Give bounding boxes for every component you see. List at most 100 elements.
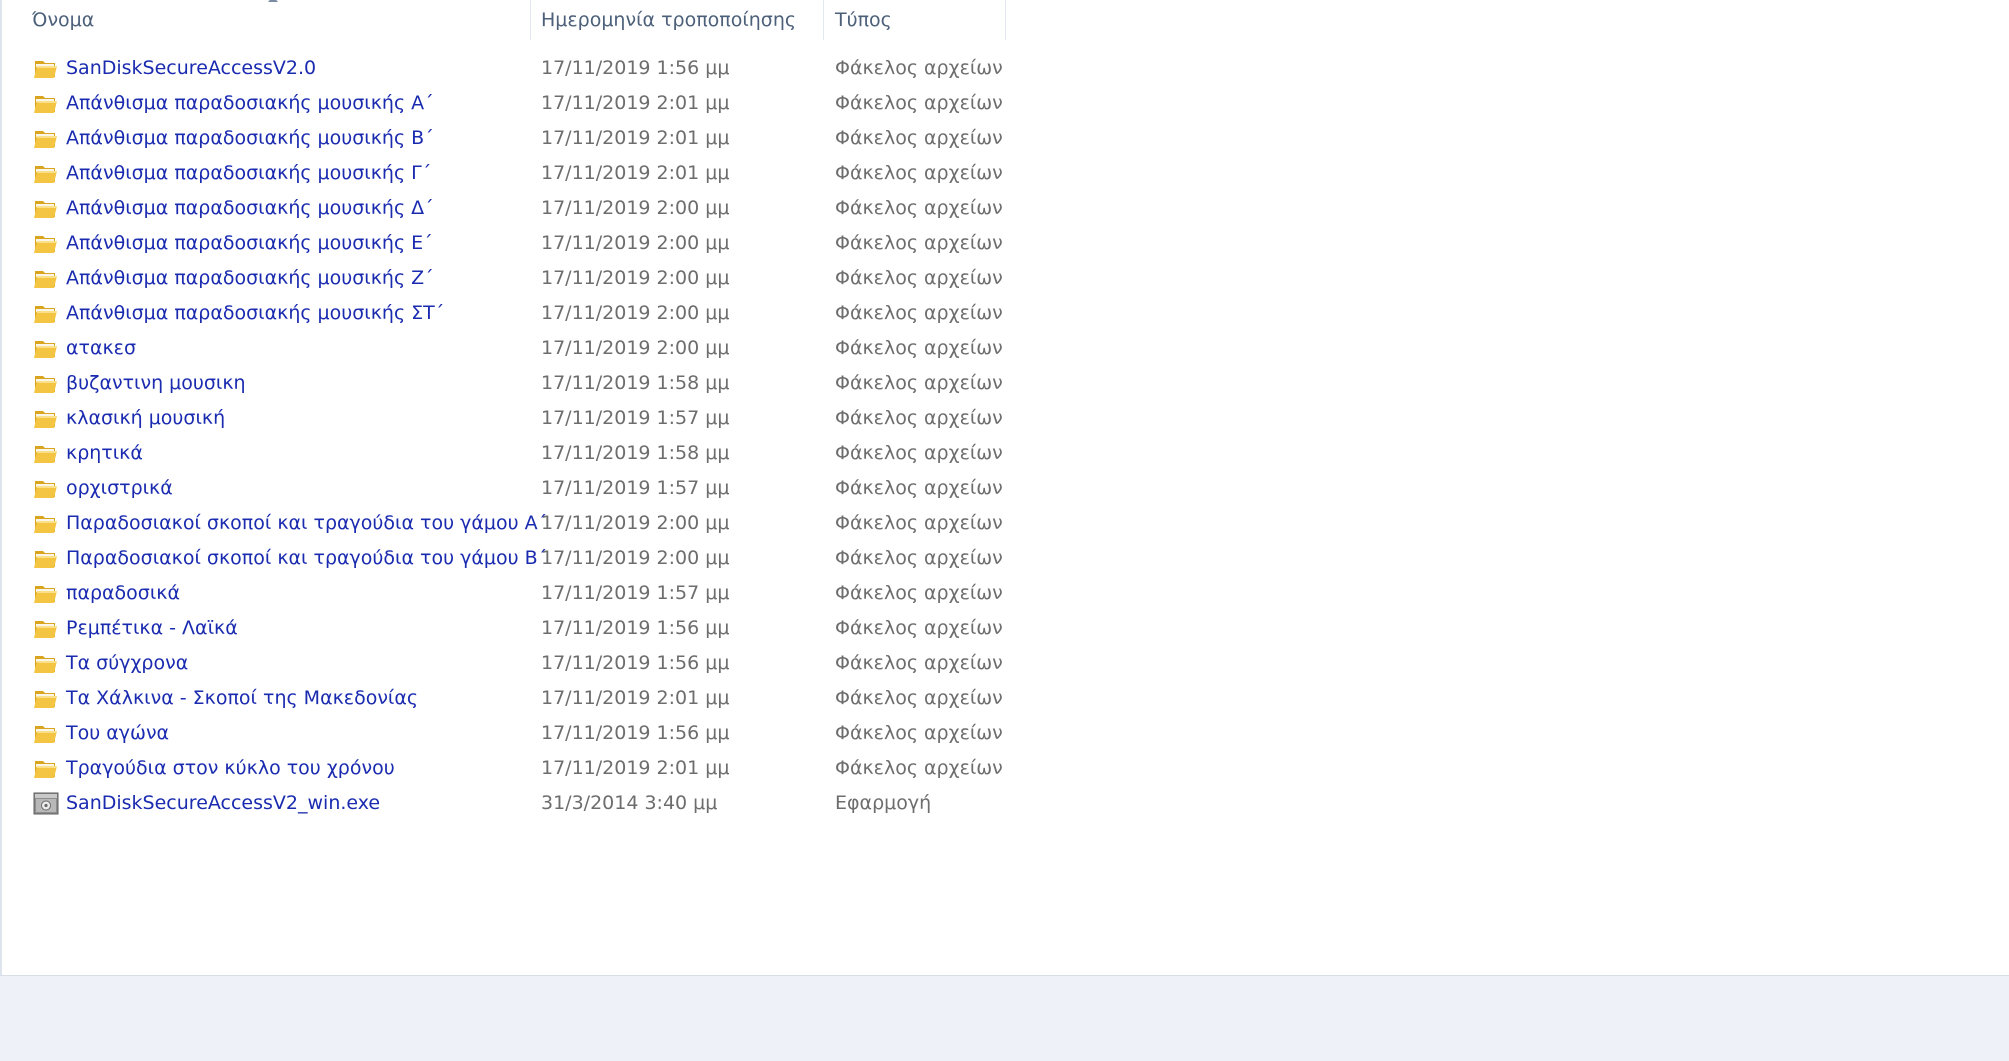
- folder-icon: [33, 687, 59, 710]
- file-type: Φάκελος αρχείων: [835, 372, 1003, 394]
- file-row[interactable]: Ρεμπέτικα - Λαϊκά 17/11/2019 1:56 μμ Φάκελ…: [0, 611, 1010, 646]
- folder-icon: [33, 92, 59, 115]
- folder-icon: [33, 512, 59, 535]
- file-date-modified: 17/11/2019 2:00 μμ: [541, 337, 730, 359]
- file-type: Φάκελος αρχείων: [835, 302, 1003, 324]
- file-name[interactable]: ατακεσ: [66, 331, 136, 366]
- sort-ascending-icon: [268, 0, 278, 2]
- file-row[interactable]: SanDiskSecureAccessV2.0 17/11/2019 1:56 μ…: [0, 51, 1010, 86]
- file-type: Φάκελος αρχείων: [835, 582, 1003, 604]
- file-row[interactable]: παραδοσικά 17/11/2019 1:57 μμ Φάκελος αρχε…: [0, 576, 1010, 611]
- file-type: Φάκελος αρχείων: [835, 92, 1003, 114]
- file-name[interactable]: κρητικά: [66, 436, 143, 471]
- file-explorer-content: Όνομα Ημερομηνία τροποποίησης Τύπος SanD…: [0, 0, 2009, 976]
- file-row[interactable]: Τα Χάλκινα - Σκοποί της Μακεδονίας 17/11/…: [0, 681, 1010, 716]
- file-name[interactable]: Τα σύγχρονα: [66, 646, 188, 681]
- file-type: Εφαρμογή: [835, 792, 932, 814]
- file-row[interactable]: Απάνθισμα παραδοσιακής μουσικής Γ΄ 17/11/…: [0, 156, 1010, 191]
- file-row[interactable]: Απάνθισμα παραδοσιακής μουσικής ΣΤ΄ 17/11…: [0, 296, 1010, 331]
- column-header-date[interactable]: Ημερομηνία τροποποίησης: [541, 0, 796, 40]
- file-name[interactable]: Απάνθισμα παραδοσιακής μουσικής Β΄: [66, 121, 434, 156]
- file-date-modified: 17/11/2019 1:57 μμ: [541, 582, 730, 604]
- file-row[interactable]: ατακεσ 17/11/2019 2:00 μμ Φάκελος αρχείων: [0, 331, 1010, 366]
- file-date-modified: 17/11/2019 2:01 μμ: [541, 127, 730, 149]
- file-name[interactable]: Απάνθισμα παραδοσιακής μουσικής Δ΄: [66, 191, 434, 226]
- file-name[interactable]: Παραδοσιακοί σκοποί και τραγούδια του γά…: [66, 506, 547, 541]
- file-name[interactable]: Του αγώνα: [66, 716, 169, 751]
- file-name[interactable]: Τραγούδια στον κύκλο του χρόνου: [66, 751, 395, 786]
- file-name[interactable]: Ρεμπέτικα - Λαϊκά: [66, 611, 238, 646]
- folder-icon: [33, 57, 59, 80]
- file-name[interactable]: SanDiskSecureAccessV2_win.exe: [66, 786, 380, 821]
- file-type: Φάκελος αρχείων: [835, 337, 1003, 359]
- file-type: Φάκελος αρχείων: [835, 617, 1003, 639]
- file-date-modified: 17/11/2019 2:01 μμ: [541, 757, 730, 779]
- column-resize-handle[interactable]: [1005, 0, 1006, 40]
- folder-icon: [33, 757, 59, 780]
- file-date-modified: 17/11/2019 1:58 μμ: [541, 372, 730, 394]
- file-date-modified: 17/11/2019 2:00 μμ: [541, 302, 730, 324]
- folder-icon: [33, 197, 59, 220]
- folder-icon: [33, 582, 59, 605]
- folder-icon: [33, 652, 59, 675]
- file-date-modified: 17/11/2019 2:00 μμ: [541, 232, 730, 254]
- file-date-modified: 17/11/2019 2:00 μμ: [541, 547, 730, 569]
- file-row[interactable]: Παραδοσιακοί σκοποί και τραγούδια του γά…: [0, 541, 1010, 576]
- file-type: Φάκελος αρχείων: [835, 127, 1003, 149]
- file-row[interactable]: Απάνθισμα παραδοσιακής μουσικής Δ΄ 17/11/…: [0, 191, 1010, 226]
- file-name[interactable]: ορχιστρικά: [66, 471, 173, 506]
- file-name[interactable]: Απάνθισμα παραδοσιακής μουσικής ΣΤ΄: [66, 296, 444, 331]
- column-resize-handle[interactable]: [823, 0, 824, 40]
- folder-icon: [33, 162, 59, 185]
- file-row[interactable]: Του αγώνα 17/11/2019 1:56 μμ Φάκελος αρχεί…: [0, 716, 1010, 751]
- folder-icon: [33, 267, 59, 290]
- file-name[interactable]: SanDiskSecureAccessV2.0: [66, 51, 316, 86]
- folder-icon: [33, 547, 59, 570]
- file-date-modified: 31/3/2014 3:40 μμ: [541, 792, 718, 814]
- file-date-modified: 17/11/2019 1:56 μμ: [541, 722, 730, 744]
- file-row[interactable]: Απάνθισμα παραδοσιακής μουσικής Α΄ 17/11/…: [0, 86, 1010, 121]
- file-name[interactable]: Απάνθισμα παραδοσιακής μουσικής Ζ΄: [66, 261, 434, 296]
- column-header-name[interactable]: Όνομα: [32, 0, 94, 40]
- file-name[interactable]: Τα Χάλκινα - Σκοποί της Μακεδονίας: [66, 681, 418, 716]
- file-row[interactable]: Απάνθισμα παραδοσιακής μουσικής Ε΄ 17/11/…: [0, 226, 1010, 261]
- file-row[interactable]: SanDiskSecureAccessV2_win.exe 31/3/2014 3…: [0, 786, 1010, 821]
- file-row[interactable]: κρητικά 17/11/2019 1:58 μμ Φάκελος αρχείων: [0, 436, 1010, 471]
- folder-icon: [33, 232, 59, 255]
- folder-icon: [33, 127, 59, 150]
- file-name[interactable]: Απάνθισμα παραδοσιακής μουσικής Γ΄: [66, 156, 431, 191]
- file-row[interactable]: Απάνθισμα παραδοσιακής μουσικής Ζ΄ 17/11/…: [0, 261, 1010, 296]
- column-resize-handle[interactable]: [530, 0, 531, 40]
- file-type: Φάκελος αρχείων: [835, 652, 1003, 674]
- file-date-modified: 17/11/2019 2:01 μμ: [541, 92, 730, 114]
- file-row[interactable]: Τραγούδια στον κύκλο του χρόνου 17/11/201…: [0, 751, 1010, 786]
- file-date-modified: 17/11/2019 1:58 μμ: [541, 442, 730, 464]
- file-row[interactable]: κλασική μουσική 17/11/2019 1:57 μμ Φάκελος…: [0, 401, 1010, 436]
- file-name[interactable]: κλασική μουσική: [66, 401, 225, 436]
- file-name[interactable]: Παραδοσιακοί σκοποί και τραγούδια του γά…: [66, 541, 547, 576]
- file-name[interactable]: παραδοσικά: [66, 576, 180, 611]
- file-type: Φάκελος αρχείων: [835, 687, 1003, 709]
- folder-icon: [33, 407, 59, 430]
- file-row[interactable]: ορχιστρικά 17/11/2019 1:57 μμ Φάκελος αρχε…: [0, 471, 1010, 506]
- file-row[interactable]: Παραδοσιακοί σκοποί και τραγούδια του γά…: [0, 506, 1010, 541]
- file-type: Φάκελος αρχείων: [835, 722, 1003, 744]
- file-type: Φάκελος αρχείων: [835, 162, 1003, 184]
- file-date-modified: 17/11/2019 1:56 μμ: [541, 57, 730, 79]
- file-type: Φάκελος αρχείων: [835, 547, 1003, 569]
- column-header-type[interactable]: Τύπος: [835, 0, 892, 40]
- file-row[interactable]: Τα σύγχρονα 17/11/2019 1:56 μμ Φάκελος αρχ…: [0, 646, 1010, 681]
- file-name[interactable]: βυζαντινη μουσικη: [66, 366, 246, 401]
- folder-icon: [33, 722, 59, 745]
- folder-icon: [33, 477, 59, 500]
- file-type: Φάκελος αρχείων: [835, 442, 1003, 464]
- file-name[interactable]: Απάνθισμα παραδοσιακής μουσικής Α΄: [66, 86, 434, 121]
- file-name[interactable]: Απάνθισμα παραδοσιακής μουσικής Ε΄: [66, 226, 433, 261]
- folder-icon: [33, 372, 59, 395]
- file-type: Φάκελος αρχείων: [835, 407, 1003, 429]
- folder-icon: [33, 442, 59, 465]
- folder-icon: [33, 337, 59, 360]
- file-type: Φάκελος αρχείων: [835, 477, 1003, 499]
- file-row[interactable]: βυζαντινη μουσικη 17/11/2019 1:58 μμ Φάκελ…: [0, 366, 1010, 401]
- file-row[interactable]: Απάνθισμα παραδοσιακής μουσικής Β΄ 17/11/…: [0, 121, 1010, 156]
